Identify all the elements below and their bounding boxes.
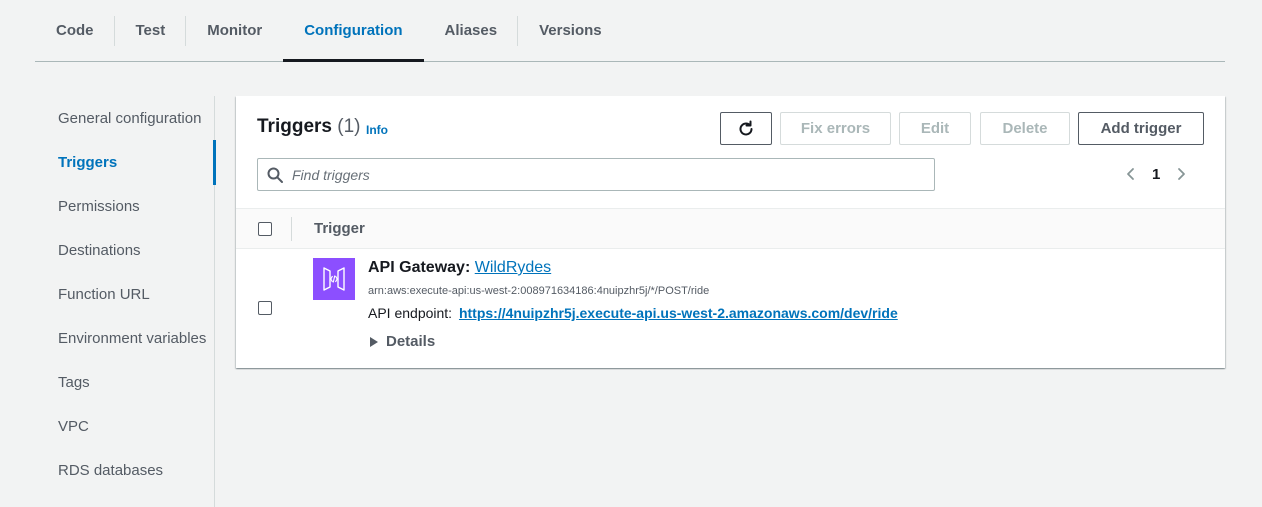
pagination: 1 [1124,162,1188,186]
details-expander[interactable]: Details [370,333,435,350]
tab-monitor-label: Monitor [207,22,263,39]
sidebar-item-tags[interactable]: Tags [58,374,90,391]
sidebar-item-general-configuration[interactable]: General configuration [58,110,201,127]
tab-test-label: Test [135,22,166,39]
chevron-left-icon[interactable] [1124,167,1138,181]
caret-right-icon [370,336,378,347]
details-label: Details [386,333,436,350]
row-checkbox[interactable] [258,301,272,315]
sidebar-item-environment-variables[interactable]: Environment variables [58,330,206,347]
api-endpoint-link[interactable]: https://4nuipzhr5j.execute-api.us-west-2… [459,305,898,321]
panel-title-text: Triggers [257,116,332,137]
tab-monitor[interactable]: Monitor [186,0,283,61]
sidebar-item-destinations[interactable]: Destinations [58,242,141,259]
tab-versions[interactable]: Versions [518,0,623,61]
info-link[interactable]: Info [366,123,388,137]
tab-code-label: Code [56,22,94,39]
sidebar-item-function-url[interactable]: Function URL [58,286,150,303]
trigger-title: API Gateway: WildRydes [368,259,552,276]
search-box [257,158,935,191]
select-all-checkbox[interactable] [258,222,272,236]
api-endpoint-label: API endpoint: [368,305,453,321]
api-endpoint: API endpoint: https://4nuipzhr5j.execute… [368,305,898,321]
tab-configuration-label: Configuration [304,22,403,39]
page-number[interactable]: 1 [1152,166,1160,183]
column-divider [291,217,292,241]
api-gateway-glyph [323,267,345,291]
search-input[interactable] [292,166,912,183]
trigger-type: API Gateway [368,259,465,276]
config-sidebar: General configuration Triggers Permissio… [35,96,216,507]
search-icon [267,167,283,183]
trigger-name-link[interactable]: WildRydes [475,259,551,276]
refresh-button[interactable] [720,112,772,145]
tab-aliases[interactable]: Aliases [424,0,519,61]
tab-versions-label: Versions [539,22,602,39]
sidebar-item-vpc[interactable]: VPC [58,418,89,435]
table-header: Trigger [236,208,1225,249]
delete-button[interactable]: Delete [980,112,1070,145]
sidebar-item-rds-databases[interactable]: RDS databases [58,462,163,479]
column-header-trigger: Trigger [314,220,365,237]
tab-configuration[interactable]: Configuration [283,0,424,62]
trigger-arn: arn:aws:execute-api:us-west-2:0089716341… [368,285,710,297]
tab-bar: Code Test Monitor Configuration Aliases … [35,0,1225,62]
triggers-panel: Triggers (1) Info Fix errors Edit Delete… [236,96,1225,368]
edit-button[interactable]: Edit [899,112,971,145]
tab-code[interactable]: Code [35,0,115,61]
sidebar-item-triggers[interactable]: Triggers [58,154,117,171]
fix-errors-button[interactable]: Fix errors [780,112,891,145]
tab-aliases-label: Aliases [444,22,498,39]
refresh-icon [739,120,753,135]
sidebar-item-permissions[interactable]: Permissions [58,198,140,215]
tab-test[interactable]: Test [115,0,187,61]
add-trigger-button[interactable]: Add trigger [1078,112,1204,145]
panel-title: Triggers (1) [257,116,361,138]
sidebar-active-indicator [213,140,216,185]
trigger-count: (1) [337,116,361,137]
api-gateway-icon [313,258,355,300]
chevron-right-icon[interactable] [1174,167,1188,181]
